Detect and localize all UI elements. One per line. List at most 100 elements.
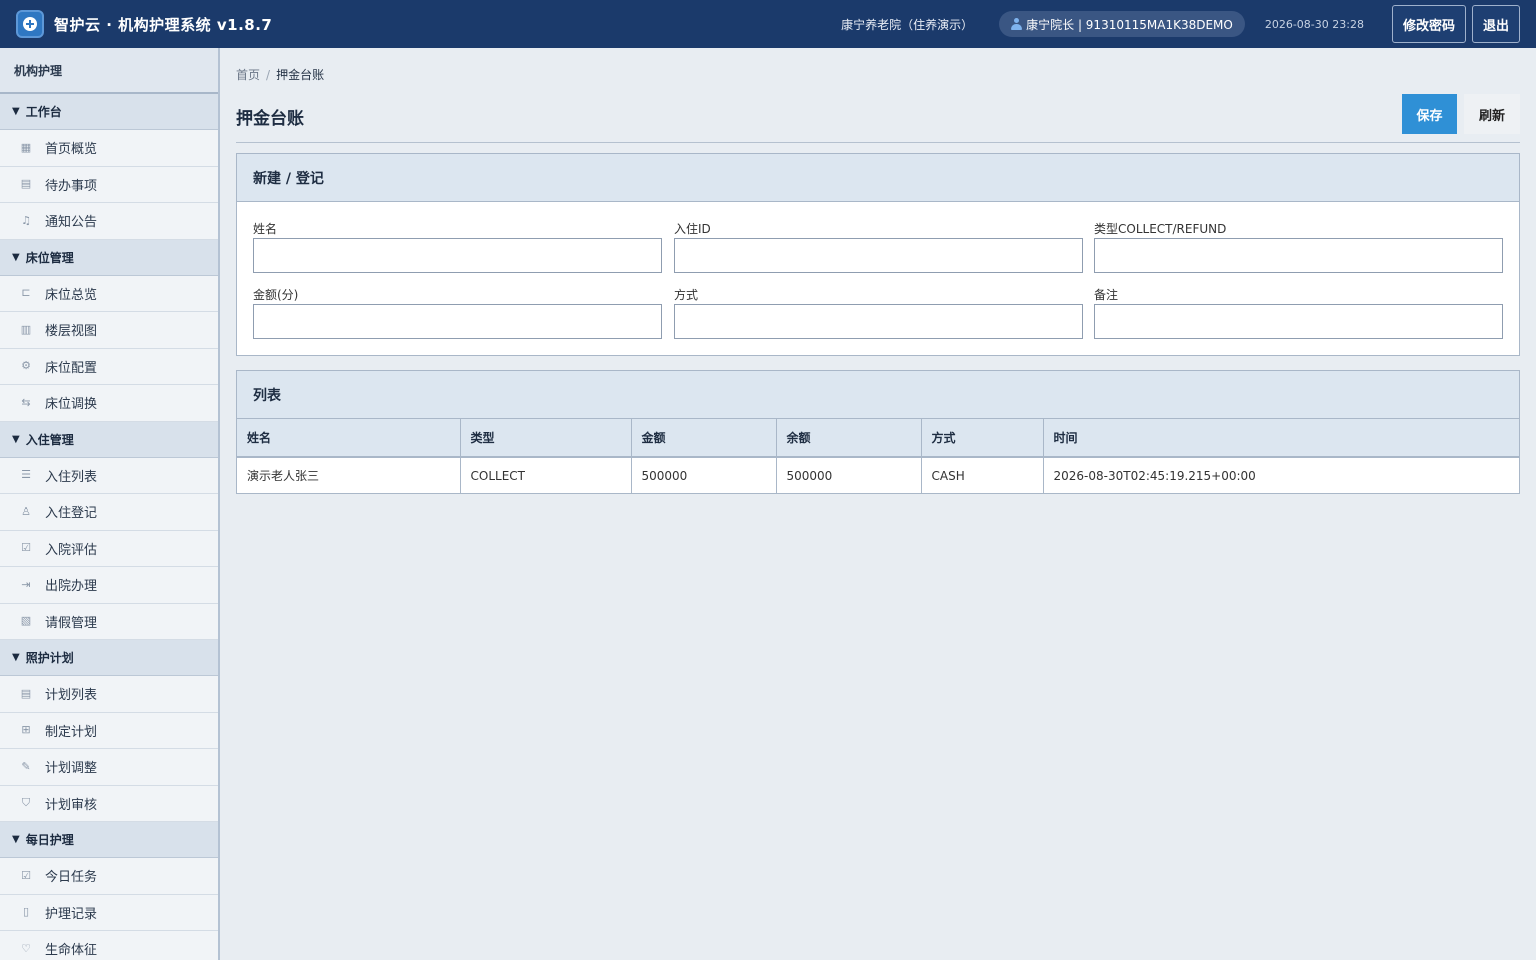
refresh-button[interactable]: 刷新 xyxy=(1464,94,1520,134)
user-add-icon: ♙ xyxy=(21,504,31,518)
user-icon xyxy=(1011,18,1023,30)
method-input[interactable] xyxy=(674,304,1083,339)
breadcrumb-separator: / xyxy=(266,68,271,82)
sidebar-item-bed-overview[interactable]: ⊏ 床位总览 xyxy=(0,276,218,312)
current-datetime: 2026-08-30 23:28 xyxy=(1264,17,1364,31)
file-plus-icon: ⊞ xyxy=(21,723,31,737)
sidebar-item-discharge[interactable]: ⇥ 出院办理 xyxy=(0,567,218,604)
notebook-icon: ▯ xyxy=(22,905,30,919)
sidebar-item-home-overview[interactable]: ▦ 首页概览 xyxy=(0,130,218,167)
method-field: 方式 xyxy=(674,287,1083,339)
bed-icon: ⊏ xyxy=(21,286,31,300)
sidebar-group-care-plan[interactable]: ▼ 照护计划 xyxy=(0,640,218,676)
checkin-id-input[interactable] xyxy=(674,238,1083,273)
cell-type: COLLECT xyxy=(460,457,632,493)
name-label: 姓名 xyxy=(253,222,278,236)
sidebar-item-checkin-list[interactable]: ☰ 入住列表 xyxy=(0,458,218,494)
triangle-down-icon: ▼ xyxy=(12,106,20,117)
clipboard-icon: ▤ xyxy=(20,177,32,191)
cell-time: 2026-08-30T02:45:19.215+00:00 xyxy=(1053,468,1256,483)
cell-name: 演示老人张三 xyxy=(237,457,461,493)
name-input[interactable] xyxy=(253,238,662,273)
triangle-down-icon: ▼ xyxy=(12,652,20,663)
triangle-down-icon: ▼ xyxy=(12,834,20,845)
type-field: 类型COLLECT/REFUND xyxy=(1094,221,1503,273)
type-label: 类型COLLECT/REFUND xyxy=(1094,222,1227,236)
gear-icon: ⚙ xyxy=(21,359,31,373)
triangle-down-icon: ▼ xyxy=(12,433,20,445)
sidebar-group-checkin[interactable]: ▼ 入住管理 xyxy=(0,421,218,458)
deposit-table: 姓名 类型 金额 余额 方式 时间 演示老人张三 COLLECT 500000 … xyxy=(237,419,1519,493)
cell-method: CASH xyxy=(921,457,1044,493)
sidebar-item-today-tasks[interactable]: ☑ 今日任务 xyxy=(0,858,218,895)
save-button[interactable]: 保存 xyxy=(1402,94,1457,134)
column-header-method: 方式 xyxy=(921,419,1044,458)
top-bar: 智护云 · 机构护理系统 v1.8.7 康宁养老院（住养演示） 康宁院长 | 9… xyxy=(0,0,1536,48)
app-title: 智护云 · 机构护理系统 v1.8.7 xyxy=(54,15,273,34)
cell-balance: 500000 xyxy=(776,457,922,493)
amount-input[interactable] xyxy=(253,304,662,339)
column-header-type: 类型 xyxy=(460,419,632,458)
pencil-icon: ✎ xyxy=(21,759,31,773)
calendar-off-icon: ▧ xyxy=(20,614,32,628)
building-icon: ▥ xyxy=(20,322,32,336)
column-header-name: 姓名 xyxy=(237,419,461,458)
create-form-panel: 新建 / 登记 姓名 入住ID 类型COLLECT/REFUND 金额(分) 方… xyxy=(236,153,1520,356)
change-password-button[interactable]: 修改密码 xyxy=(1391,5,1466,43)
org-name: 康宁养老院（住养演示） xyxy=(841,17,974,32)
triangle-down-icon: ▼ xyxy=(12,251,20,263)
logout-button[interactable]: 退出 xyxy=(1471,5,1520,43)
sidebar-group-daily-care[interactable]: ▼ 每日护理 xyxy=(0,822,218,858)
form-panel-title: 新建 / 登记 xyxy=(237,154,1519,202)
sidebar-item-checkin-register[interactable]: ♙ 入住登记 xyxy=(0,494,218,531)
bell-icon: ♫ xyxy=(21,213,31,227)
heart-pulse-icon: ♡ xyxy=(21,941,31,955)
sidebar-item-plan-list[interactable]: ▤ 计划列表 xyxy=(0,676,218,713)
checkin-id-field: 入住ID xyxy=(674,221,1083,273)
user-name: 康宁院长 | 91310115MA1K38DEMO xyxy=(1026,17,1233,32)
sidebar-item-plan-create[interactable]: ⊞ 制定计划 xyxy=(0,713,218,749)
list-icon: ☰ xyxy=(21,468,31,482)
logo-icon xyxy=(16,10,44,38)
sidebar-title: 机构护理 xyxy=(0,48,218,94)
sidebar-item-bed-config[interactable]: ⚙ 床位配置 xyxy=(0,349,218,385)
table-row[interactable]: 演示老人张三 COLLECT 500000 500000 CASH 2026-0… xyxy=(237,457,1519,493)
list-panel: 列表 姓名 类型 金额 余额 方式 时间 演示老人张三 COLLECT 5000… xyxy=(236,370,1520,494)
sidebar-item-bed-swap[interactable]: ⇆ 床位调换 xyxy=(0,385,218,422)
amount-label: 金额(分) xyxy=(253,288,299,302)
amount-field: 金额(分) xyxy=(253,287,662,339)
grid-icon: ▦ xyxy=(20,140,32,154)
clipboard-check-icon: ☑ xyxy=(21,541,31,555)
column-header-time: 时间 xyxy=(1043,419,1519,458)
remark-input[interactable] xyxy=(1094,304,1503,339)
sidebar-group-workbench[interactable]: ▼ 工作台 xyxy=(0,94,218,130)
sidebar-item-notices[interactable]: ♫ 通知公告 xyxy=(0,203,218,240)
column-header-balance: 余额 xyxy=(776,419,922,458)
sidebar-item-plan-adjust[interactable]: ✎ 计划调整 xyxy=(0,749,218,786)
swap-icon: ⇆ xyxy=(21,395,31,409)
checkin-id-label: 入住ID xyxy=(674,222,711,236)
exit-icon: ⇥ xyxy=(21,577,31,591)
remark-label: 备注 xyxy=(1094,288,1119,302)
breadcrumb-home[interactable]: 首页 xyxy=(236,68,260,82)
list-panel-title: 列表 xyxy=(237,371,1519,419)
user-badge: 康宁院长 | 91310115MA1K38DEMO xyxy=(999,11,1245,37)
remark-field: 备注 xyxy=(1094,287,1503,339)
method-label: 方式 xyxy=(674,288,699,302)
shield-icon: ⛉ xyxy=(21,796,31,810)
sidebar-item-floor-view[interactable]: ▥ 楼层视图 xyxy=(0,312,218,349)
checkbox-icon: ☑ xyxy=(21,868,31,882)
name-field: 姓名 xyxy=(253,221,662,273)
clipboard-icon: ▤ xyxy=(20,686,32,700)
sidebar-item-admission-assessment[interactable]: ☑ 入院评估 xyxy=(0,531,218,567)
sidebar-item-vital-signs[interactable]: ♡ 生命体征 xyxy=(0,931,218,960)
breadcrumb-current: 押金台账 xyxy=(276,68,325,82)
sidebar-item-leave[interactable]: ▧ 请假管理 xyxy=(0,604,218,640)
sidebar-group-beds[interactable]: ▼ 床位管理 xyxy=(0,239,218,276)
sidebar-item-todo[interactable]: ▤ 待办事项 xyxy=(0,167,218,203)
type-input[interactable] xyxy=(1094,238,1503,273)
sidebar-item-care-records[interactable]: ▯ 护理记录 xyxy=(0,895,218,931)
sidebar: 机构护理 ▼ 工作台 ▦ 首页概览 ▤ 待办事项 ♫ 通知公告 ▼ 床位管理 ⊏ 床位总览 … xyxy=(0,48,220,960)
cell-amount: 500000 xyxy=(631,457,777,493)
sidebar-item-plan-review[interactable]: ⛉ 计划审核 xyxy=(0,786,218,822)
